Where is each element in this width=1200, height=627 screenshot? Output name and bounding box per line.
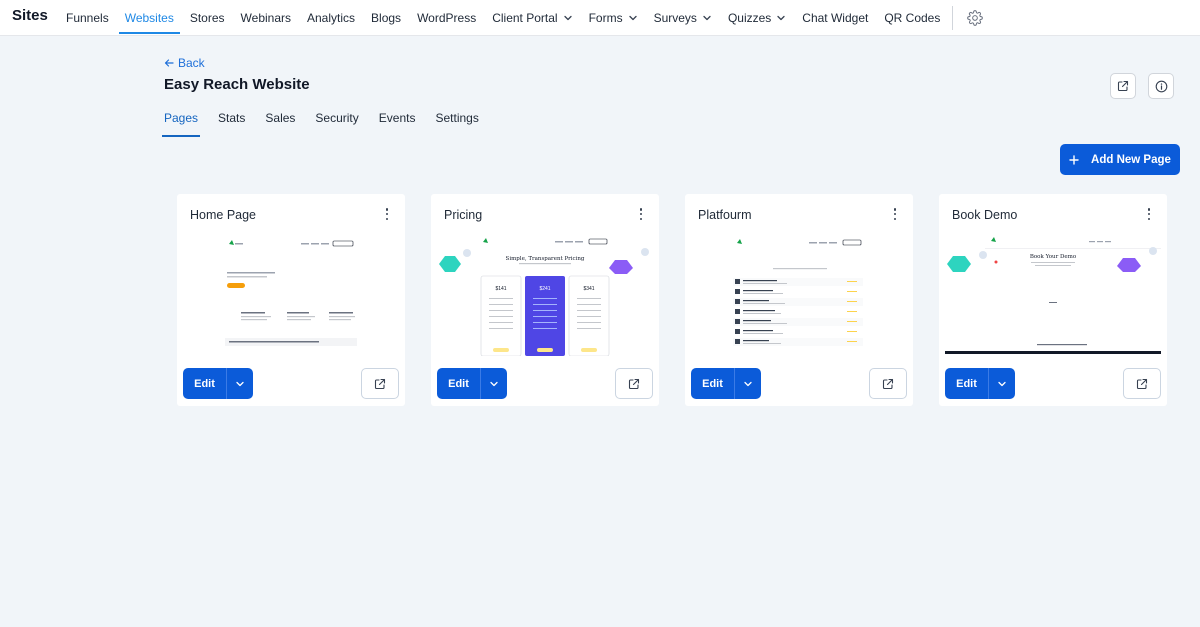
nav-item-label: Forms [588, 11, 623, 25]
nav-item-label: Chat Widget [802, 11, 869, 25]
page-tabs: Pages Stats Sales Security Events Settings [161, 108, 499, 138]
edit-button[interactable]: Edit [945, 368, 988, 399]
nav-item-stores[interactable]: Stores [182, 0, 233, 36]
chevron-down-icon [998, 381, 1006, 386]
nav-item-chat-widget[interactable]: Chat Widget [794, 0, 876, 36]
nav-item-label: Stores [189, 11, 225, 25]
arrow-left-icon [164, 59, 174, 67]
nav-item-label: Blogs [371, 11, 402, 25]
nav-item-label: Analytics [307, 11, 356, 25]
edit-button-group: Edit [183, 368, 253, 399]
back-label: Back [178, 56, 205, 70]
page-thumbnail[interactable] [183, 234, 399, 356]
edit-button[interactable]: Edit [691, 368, 734, 399]
tab-settings[interactable]: Settings [435, 108, 478, 137]
tab-sales[interactable]: Sales [265, 108, 295, 137]
nav-item-analytics[interactable]: Analytics [299, 0, 363, 36]
nav-items: Funnels Websites Stores Webinars Analytics Bl… [58, 0, 989, 36]
nav-item-surveys[interactable]: Surveys [646, 0, 720, 36]
plus-icon [1069, 154, 1079, 165]
page-card-platfourm: Platfourm Edit [685, 194, 913, 406]
edit-button-group: Edit [945, 368, 1015, 399]
edit-dropdown-button[interactable] [989, 368, 1015, 399]
nav-item-funnels[interactable]: Funnels [58, 0, 117, 36]
nav-item-label: Funnels [66, 11, 109, 25]
svg-text:$141: $141 [495, 286, 506, 292]
svg-text:$241: $241 [539, 286, 550, 292]
info-icon [1155, 80, 1167, 92]
chevron-down-icon [777, 15, 785, 21]
nav-item-label: Surveys [653, 11, 697, 25]
more-options-icon[interactable] [1145, 207, 1153, 221]
page-thumbnail[interactable]: Simple, Transparent Pricing $141 $241 $3… [437, 234, 653, 356]
chevron-down-icon [236, 381, 244, 386]
card-title: Platfourm [698, 208, 752, 222]
open-page-button[interactable] [361, 368, 399, 399]
nav-item-wordpress[interactable]: WordPress [409, 0, 484, 36]
external-link-icon [628, 378, 640, 389]
nav-item-label: WordPress [417, 11, 477, 25]
open-page-button[interactable] [869, 368, 907, 399]
page-card-home: Home Page Edit [177, 194, 405, 406]
card-title: Pricing [444, 208, 483, 222]
back-link[interactable]: Back [164, 56, 205, 70]
open-website-button[interactable] [1110, 73, 1136, 99]
nav-item-forms[interactable]: Forms [581, 0, 646, 36]
nav-item-websites[interactable]: Websites [117, 0, 182, 36]
thumbnail-heading: Simple, Transparent Pricing [506, 256, 585, 262]
nav-divider [952, 6, 954, 30]
chevron-down-icon [563, 15, 572, 21]
nav-item-qr-codes[interactable]: QR Codes [876, 0, 948, 36]
nav-item-label: QR Codes [884, 11, 941, 25]
nav-item-label: Webinars [240, 11, 291, 25]
add-new-page-button[interactable]: Add New Page [1060, 144, 1180, 175]
nav-item-label: Websites [124, 11, 174, 25]
open-page-button[interactable] [1123, 368, 1161, 399]
page-thumbnail[interactable]: Book Your Demo [945, 234, 1161, 356]
card-title: Book Demo [952, 208, 1018, 222]
more-options-icon[interactable] [891, 207, 899, 221]
edit-button[interactable]: Edit [183, 368, 226, 399]
chevron-down-icon [744, 381, 752, 386]
nav-item-webinars[interactable]: Webinars [233, 0, 299, 36]
external-link-icon [1117, 80, 1129, 92]
tab-pages[interactable]: Pages [161, 108, 201, 137]
edit-dropdown-button[interactable] [481, 368, 507, 399]
chevron-down-icon [490, 381, 498, 386]
external-link-icon [882, 378, 894, 389]
nav-item-label: Client Portal [492, 11, 558, 25]
nav-item-label: Quizzes [727, 11, 772, 25]
more-options-icon[interactable] [383, 207, 391, 221]
settings-button[interactable] [961, 0, 989, 36]
open-page-button[interactable] [615, 368, 653, 399]
edit-button[interactable]: Edit [437, 368, 480, 399]
edit-button-group: Edit [691, 368, 761, 399]
chevron-down-icon [628, 15, 637, 21]
page-card-pricing: Pricing Simple, Transparent Pricing $141… [431, 194, 659, 406]
tab-events[interactable]: Events [379, 108, 416, 137]
edit-button-group: Edit [437, 368, 507, 399]
edit-dropdown-button[interactable] [227, 368, 253, 399]
nav-item-quizzes[interactable]: Quizzes [720, 0, 794, 36]
gear-icon [967, 10, 984, 26]
more-options-icon[interactable] [637, 207, 645, 221]
page-title: Easy Reach Website [164, 76, 310, 93]
external-link-icon [1136, 378, 1148, 389]
tab-security[interactable]: Security [315, 108, 358, 137]
page-card-book-demo: Book Demo Book Your Demo Edit [939, 194, 1167, 406]
card-title: Home Page [190, 208, 257, 222]
svg-text:$341: $341 [583, 286, 594, 292]
thumbnail-heading: Book Your Demo [1030, 254, 1077, 260]
add-new-page-label: Add New Page [1091, 153, 1171, 166]
nav-item-client-portal[interactable]: Client Portal [484, 0, 580, 36]
tab-stats[interactable]: Stats [218, 108, 245, 137]
nav-item-blogs[interactable]: Blogs [363, 0, 409, 36]
info-button[interactable] [1148, 73, 1174, 99]
app-title: Sites [12, 7, 48, 24]
edit-dropdown-button[interactable] [735, 368, 761, 399]
chevron-down-icon [703, 15, 711, 21]
page-thumbnail[interactable] [691, 234, 907, 356]
top-nav: Sites Funnels Websites Stores Webinars Analy… [0, 0, 1200, 36]
external-link-icon [374, 378, 386, 389]
